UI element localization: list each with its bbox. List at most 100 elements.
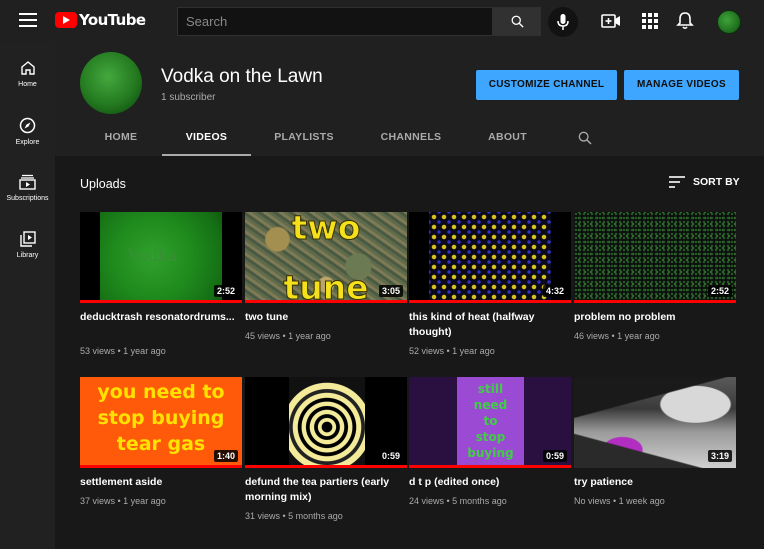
video-thumbnail[interactable]: two tune 3:05	[245, 212, 407, 303]
video-thumbnail[interactable]: 3:19	[574, 377, 736, 468]
tab-about[interactable]: ABOUT	[480, 122, 535, 156]
top-bar: YouTube	[0, 0, 764, 42]
sidebar-item-label: Home	[18, 81, 37, 88]
search-button[interactable]	[493, 7, 541, 36]
video-card[interactable]: Vodka 2:52 deducktrash resonatordrums...…	[80, 212, 242, 356]
video-card[interactable]: 4:32 this kind of heat (halfway thought)…	[409, 212, 571, 356]
view-count: 53 views	[80, 346, 116, 356]
thumbnail-artwork	[289, 377, 365, 468]
subscriptions-icon	[19, 174, 36, 190]
sort-icon	[669, 176, 685, 188]
watch-progress-bar	[80, 465, 242, 468]
watch-progress-bar	[409, 300, 571, 303]
view-count: 46 views	[574, 331, 610, 341]
channel-avatar[interactable]	[80, 52, 142, 114]
watch-progress-bar	[245, 300, 407, 303]
video-meta: 53 views • 1 year ago	[80, 346, 166, 356]
video-thumbnail[interactable]: 0:59	[245, 377, 407, 468]
video-duration: 0:59	[542, 450, 567, 462]
video-thumbnail[interactable]: still need to stop buying 0:59	[409, 377, 571, 468]
letterbox-bar	[80, 212, 100, 303]
video-title[interactable]: deducktrash resonatordrums...	[80, 310, 242, 340]
thumbnail-line: stop buying	[97, 407, 225, 429]
sidebar-item-label: Subscriptions	[6, 195, 49, 202]
upload-age: 5 months ago	[452, 496, 507, 506]
video-card[interactable]: still need to stop buying 0:59 d t p (ed…	[409, 377, 571, 506]
channel-search-icon[interactable]	[577, 130, 593, 146]
watch-progress-bar	[574, 300, 736, 303]
upload-age: 5 months ago	[288, 511, 343, 521]
channel-header: Vodka on the Lawn 1 subscriber CUSTOMIZE…	[55, 42, 764, 156]
menu-icon[interactable]	[19, 13, 37, 27]
video-thumbnail[interactable]: 4:32	[409, 212, 571, 303]
view-count: 45 views	[245, 331, 281, 341]
notifications-bell-icon[interactable]	[675, 12, 695, 30]
video-duration: 3:19	[707, 450, 732, 462]
video-duration: 4:32	[542, 285, 567, 297]
video-title[interactable]: this kind of heat (halfway thought)	[409, 310, 571, 340]
thumbnail-text: still need to stop buying	[457, 381, 524, 461]
video-card[interactable]: 3:19 try patience No views • 1 week ago	[574, 377, 736, 506]
tab-videos[interactable]: VIDEOS	[162, 122, 251, 156]
video-meta: 46 views • 1 year ago	[574, 331, 660, 341]
sidebar-item-explore[interactable]: Explore	[0, 109, 55, 161]
upload-age: 1 week ago	[618, 496, 665, 506]
account-avatar[interactable]	[717, 10, 741, 34]
play-logo-icon	[55, 12, 77, 28]
video-duration: 3:05	[378, 285, 403, 297]
video-duration: 0:59	[378, 450, 403, 462]
sidebar-item-subscriptions[interactable]: Subscriptions	[0, 166, 55, 218]
video-meta: No views • 1 week ago	[574, 496, 665, 506]
manage-videos-button[interactable]: MANAGE VIDEOS	[624, 70, 739, 100]
thumbnail-line: stop	[475, 430, 506, 444]
search-input[interactable]	[178, 8, 492, 35]
video-thumbnail[interactable]: you need to stop buying tear gas 1:40	[80, 377, 242, 468]
tab-playlists[interactable]: PLAYLISTS	[265, 122, 343, 156]
apps-grid-icon[interactable]	[640, 12, 660, 30]
create-video-icon[interactable]	[601, 12, 621, 30]
subscriber-count: 1 subscriber	[161, 92, 216, 103]
sidebar-item-label: Library	[16, 252, 39, 259]
sidebar: Home Explore Subscriptions Library	[0, 42, 55, 549]
video-meta: 24 views • 5 months ago	[409, 496, 507, 506]
home-icon	[20, 61, 35, 75]
compass-icon	[19, 117, 36, 134]
upload-age: 1 year ago	[123, 496, 166, 506]
channel-tabs: HOME VIDEOS PLAYLISTS CHANNELS ABOUT	[55, 122, 764, 156]
logo-text: YouTube	[79, 11, 146, 29]
video-card[interactable]: 2:52 problem no problem 46 views • 1 yea…	[574, 212, 736, 341]
search-icon	[511, 15, 524, 28]
upload-age: 1 year ago	[288, 331, 331, 341]
sort-by-button[interactable]: SORT BY	[669, 176, 740, 188]
thumbnail-line: to	[483, 414, 498, 428]
video-thumbnail[interactable]: Vodka 2:52	[80, 212, 242, 303]
thumbnail-line: still	[477, 382, 504, 396]
video-card[interactable]: you need to stop buying tear gas 1:40 se…	[80, 377, 242, 506]
voice-search-button[interactable]	[548, 7, 578, 37]
video-card[interactable]: two tune 3:05 two tune 45 views • 1 year…	[245, 212, 407, 341]
sort-by-label: SORT BY	[693, 176, 740, 188]
video-title[interactable]: defund the tea partiers (early morning m…	[245, 475, 407, 505]
library-icon	[19, 231, 36, 247]
video-meta: 52 views • 1 year ago	[409, 346, 495, 356]
youtube-logo[interactable]: YouTube	[55, 11, 146, 29]
view-count: 24 views	[409, 496, 445, 506]
view-count: No views	[574, 496, 611, 506]
video-meta: 37 views • 1 year ago	[80, 496, 166, 506]
tab-channels[interactable]: CHANNELS	[373, 122, 449, 156]
watch-progress-bar	[245, 465, 407, 468]
customize-channel-button[interactable]: CUSTOMIZE CHANNEL	[476, 70, 617, 100]
sidebar-item-home[interactable]: Home	[0, 52, 55, 104]
sidebar-item-library[interactable]: Library	[0, 223, 55, 275]
thumbnail-text: you need to stop buying tear gas	[80, 379, 242, 457]
video-thumbnail[interactable]: 2:52	[574, 212, 736, 303]
channel-name: Vodka on the Lawn	[161, 66, 323, 87]
microphone-icon	[557, 14, 569, 30]
search-box[interactable]	[177, 7, 493, 36]
video-card[interactable]: 0:59 defund the tea partiers (early morn…	[245, 377, 407, 521]
tab-home[interactable]: HOME	[91, 122, 151, 156]
video-duration: 2:52	[213, 285, 238, 297]
video-duration: 1:40	[213, 450, 238, 462]
video-meta: 31 views • 5 months ago	[245, 511, 343, 521]
uploads-heading: Uploads	[80, 177, 126, 191]
